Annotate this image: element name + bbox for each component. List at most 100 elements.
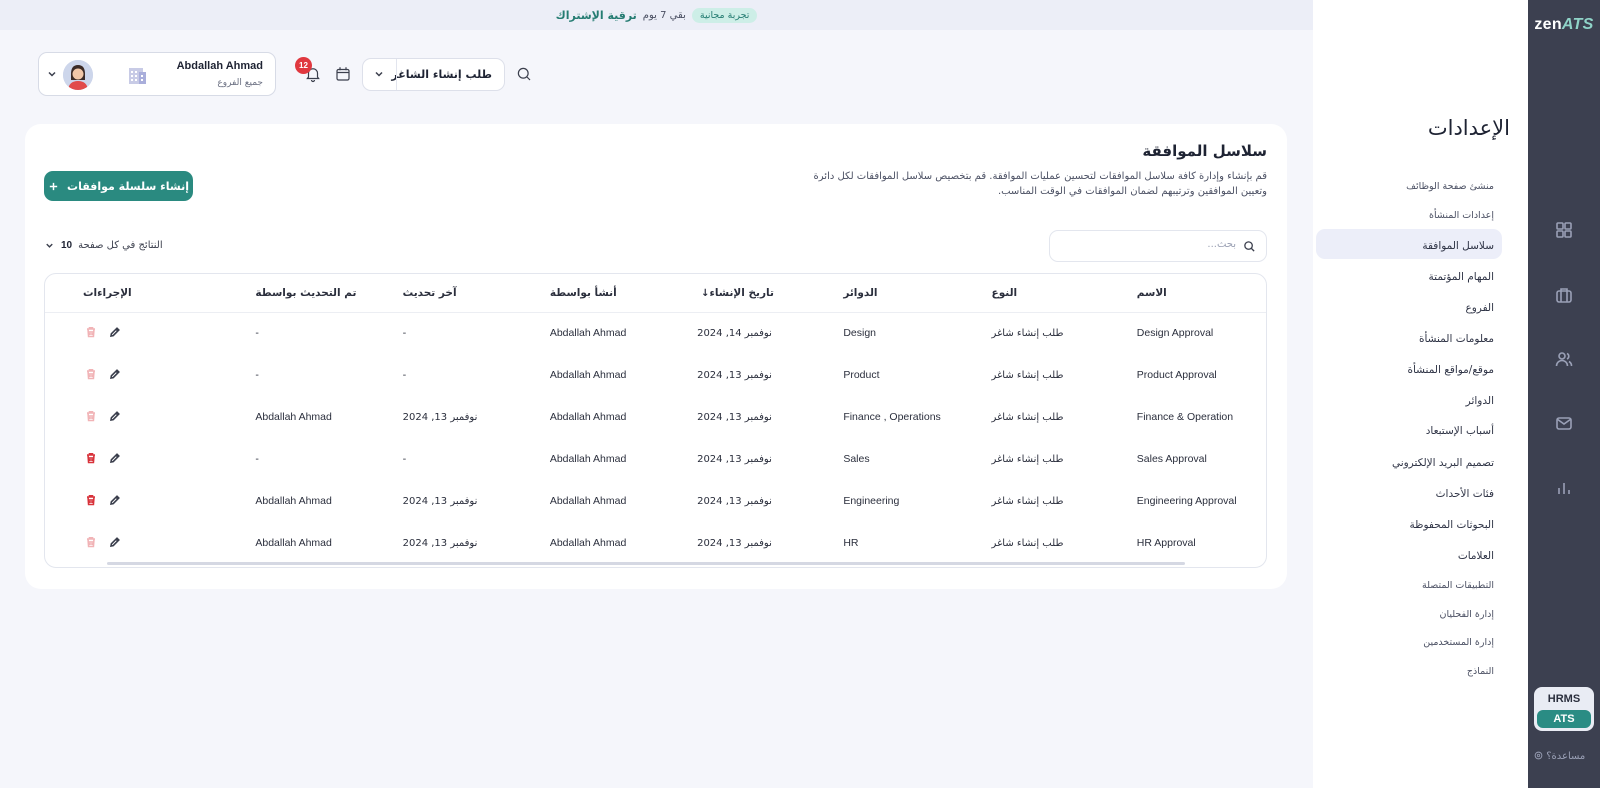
- cell-created: نوفمبر 13, 2024: [697, 411, 772, 423]
- user-switcher[interactable]: Abdallah Ahmad جميع الفروع: [38, 52, 276, 96]
- edit-icon[interactable]: [109, 368, 121, 383]
- settings-title: الإعدادات: [1427, 116, 1510, 140]
- col-created-by[interactable]: أنشأ بواسطة: [539, 274, 688, 313]
- settings-nav-item[interactable]: التطبيقات المتصلة: [1422, 580, 1494, 591]
- trash-icon[interactable]: [85, 452, 97, 467]
- cell-actions: [45, 396, 245, 438]
- requisition-dropdown[interactable]: طلب إنشاء الشاغر: [362, 58, 505, 91]
- ats-button[interactable]: ATS: [1537, 710, 1591, 728]
- trial-banner: تجربة مجانية بقي 7 يوم ترقية الإشتراك: [0, 0, 1313, 30]
- trash-icon: [85, 368, 97, 383]
- settings-nav-item[interactable]: النماذج: [1467, 666, 1494, 677]
- cell-created: نوفمبر 13, 2024: [697, 453, 772, 465]
- trash-icon[interactable]: [85, 494, 97, 509]
- help-label: مساعدة؟: [1546, 751, 1586, 762]
- settings-nav-item[interactable]: أسباب الإستبعاد: [1426, 425, 1494, 437]
- hrms-button[interactable]: HRMS: [1537, 690, 1591, 708]
- cell-name: Sales Approval: [1136, 453, 1207, 465]
- cell-departments: Design: [843, 327, 876, 340]
- search-box[interactable]: [1049, 230, 1267, 262]
- plus-icon: [49, 182, 58, 190]
- edit-icon[interactable]: [109, 452, 121, 467]
- logo-ats: ATS: [1561, 16, 1594, 33]
- edit-icon[interactable]: [109, 326, 121, 341]
- settings-nav-item[interactable]: فئات الأحداث: [1436, 488, 1494, 500]
- cell-created-by: Abdallah Ahmad: [549, 537, 627, 549]
- cell-departments: Finance , Operations: [843, 411, 941, 423]
- settings-nav-item[interactable]: إعدادات المنشأة: [1429, 210, 1494, 221]
- help-link[interactable]: مساعدة؟: [1534, 751, 1585, 762]
- cell-updated-by: Abdallah Ahmad: [255, 411, 332, 423]
- cell-updated-by: -: [255, 369, 259, 381]
- col-type[interactable]: النوع: [981, 274, 1127, 313]
- users-icon[interactable]: [1550, 345, 1578, 373]
- settings-nav-item[interactable]: موقع/مواقع المنشأة: [1407, 364, 1494, 376]
- horizontal-scrollbar[interactable]: [107, 562, 1185, 565]
- settings-nav-item[interactable]: المهام المؤتمتة: [1429, 271, 1494, 283]
- upgrade-link[interactable]: ترقية الإشتراك: [556, 9, 637, 22]
- settings-nav-item[interactable]: العلامات: [1458, 550, 1494, 562]
- product-switcher: HRMS ATS: [1534, 687, 1594, 731]
- notification-badge: 12: [295, 57, 312, 74]
- settings-nav-item[interactable]: منشئ صفحة الوظائف: [1406, 181, 1494, 192]
- cell-name: Design Approval: [1136, 327, 1214, 340]
- cell-updated-by: Abdallah Ahmad: [255, 537, 332, 549]
- briefcase-icon[interactable]: [1550, 281, 1578, 309]
- col-updated[interactable]: آخر تحديث: [392, 274, 540, 313]
- table-row[interactable]: Design Approval طلب إنشاء شاغر Design نوفمب…: [45, 312, 1266, 354]
- mail-icon[interactable]: [1550, 409, 1578, 437]
- cell-type: طلب إنشاء شاغر: [991, 369, 1064, 381]
- logo[interactable]: zenATS: [1528, 16, 1600, 34]
- table-row[interactable]: Engineering Approval طلب إنشاء شاغر Engine…: [45, 480, 1266, 522]
- col-created[interactable]: تاريخ الإنشاء↓: [687, 274, 834, 313]
- create-chain-button[interactable]: إنشاء سلسلة موافقات: [44, 171, 193, 201]
- edit-icon[interactable]: [109, 536, 121, 551]
- col-departments[interactable]: الدوائر: [833, 274, 982, 313]
- col-created-label: تاريخ الإنشاء: [709, 286, 774, 299]
- settings-nav-item[interactable]: إدارة الفحليان: [1440, 609, 1494, 620]
- cell-updated: -: [402, 327, 407, 339]
- table-header: الاسم النوع الدوائر تاريخ الإنشاء↓ أنشأ …: [45, 274, 1266, 313]
- cell-type: طلب إنشاء شاغر: [991, 495, 1064, 507]
- table-row[interactable]: Sales Approval طلب إنشاء شاغر Sales نوفمبر …: [45, 438, 1266, 480]
- table-row[interactable]: HR Approval طلب إنشاء شاغر HR نوفمبر 13, 20…: [45, 522, 1266, 564]
- chart-icon[interactable]: [1550, 474, 1578, 502]
- page-title: سلاسل الموافقة: [1142, 142, 1267, 160]
- cell-type: طلب إنشاء شاغر: [991, 537, 1064, 549]
- settings-nav-item[interactable]: إدارة المستخدمين: [1423, 637, 1494, 648]
- cell-type: طلب إنشاء شاغر: [991, 327, 1064, 339]
- col-updated-by[interactable]: تم التحديث بواسطة: [245, 274, 393, 313]
- cell-updated-by: Abdallah Ahmad: [255, 495, 332, 507]
- cell-actions: [45, 522, 245, 564]
- cell-created: نوفمبر 13, 2024: [697, 537, 772, 549]
- cell-type: طلب إنشاء شاغر: [991, 411, 1064, 423]
- logo-zen: zen: [1534, 16, 1562, 33]
- search-input[interactable]: [1076, 239, 1236, 250]
- calendar-icon[interactable]: [331, 62, 355, 86]
- building-icon: [129, 68, 146, 84]
- settings-nav-item[interactable]: سلاسل الموافقة: [1422, 240, 1494, 252]
- settings-nav-item[interactable]: الدوائر: [1466, 395, 1494, 407]
- table-row[interactable]: Finance & Operation طلب إنشاء شاغر Finance…: [45, 396, 1266, 438]
- approval-chains-card: سلاسل الموافقة قم بإنشاء وإدارة كافة سلا…: [25, 124, 1287, 589]
- settings-nav-item[interactable]: الفروع: [1465, 302, 1494, 314]
- grid-icon[interactable]: [1550, 216, 1578, 244]
- per-page-select[interactable]: النتائج في كل صفحة 10: [44, 240, 163, 251]
- cell-created-by: Abdallah Ahmad: [549, 369, 627, 381]
- cell-actions: [45, 438, 245, 480]
- cell-name: Product Approval: [1136, 369, 1217, 381]
- cell-type: طلب إنشاء شاغر: [991, 453, 1064, 465]
- col-name[interactable]: الاسم: [1126, 274, 1266, 313]
- settings-nav-item[interactable]: تصميم البريد الإلكتروني: [1392, 457, 1494, 469]
- settings-nav-item[interactable]: معلومات المنشأة: [1419, 333, 1494, 345]
- cell-created-by: Abdallah Ahmad: [549, 453, 627, 465]
- avatar: [63, 60, 93, 90]
- edit-icon[interactable]: [109, 410, 121, 425]
- cell-departments: Product: [843, 369, 880, 381]
- edit-icon[interactable]: [109, 494, 121, 509]
- search-icon[interactable]: [512, 62, 536, 86]
- table-row[interactable]: Product Approval طلب إنشاء شاغر Product نوف…: [45, 354, 1266, 396]
- settings-nav-item[interactable]: البحوثات المحفوظة: [1409, 519, 1494, 531]
- chevron-down-icon: [375, 71, 383, 77]
- chevron-down-icon: [48, 71, 56, 77]
